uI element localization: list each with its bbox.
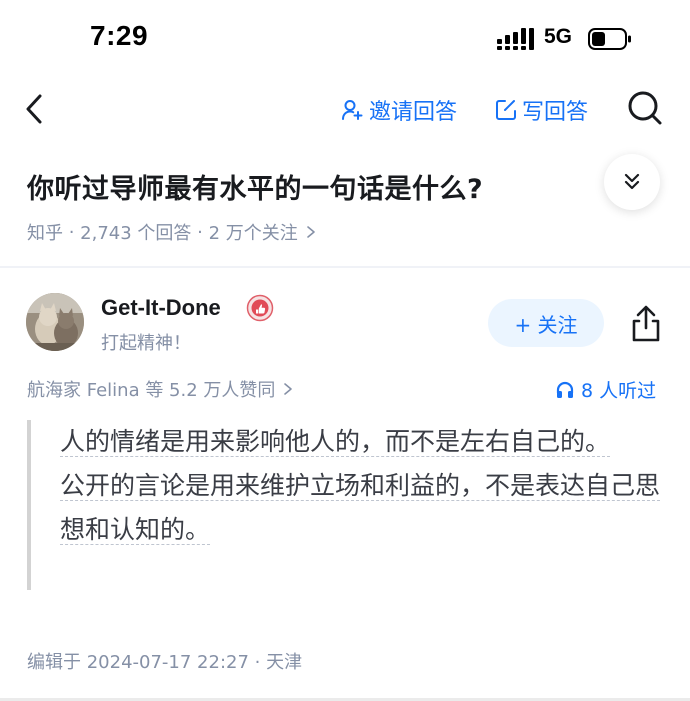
- listen-text: 8 人听过: [581, 380, 657, 402]
- network-type: 5G: [544, 25, 573, 48]
- author-bio: 打起精神！: [101, 333, 191, 354]
- write-answer-label: 写回答: [522, 100, 589, 125]
- invite-answer-button[interactable]: 邀请回答: [341, 94, 457, 126]
- follower-count: 2 万个关注: [208, 223, 298, 244]
- chevron-right-icon: [284, 383, 293, 395]
- question-meta[interactable]: 知乎 · 2,743 个回答 · 2 万个关注: [27, 219, 318, 245]
- likes-summary[interactable]: 航海家 Felina 等 5.2 万人赞同: [27, 376, 295, 402]
- search-icon[interactable]: [626, 88, 664, 128]
- follow-button[interactable]: + 关注: [488, 299, 604, 347]
- chevron-right-icon: [306, 226, 315, 238]
- question-source: 知乎: [27, 223, 63, 244]
- question-title[interactable]: 你听过导师最有水平的一句话是什么?: [27, 167, 483, 206]
- blockquote-bar: [27, 420, 31, 590]
- invite-person-icon: [342, 100, 363, 120]
- author-badge-icon: [246, 294, 274, 322]
- quote-line: 公开的言论是用来维护立场和利益的，不是表达自己思想和认知的。: [60, 471, 661, 545]
- likes-text: 航海家 Felina 等 5.2 万人赞同: [27, 380, 276, 401]
- meta-separator: ·: [63, 221, 81, 243]
- back-arrow-icon[interactable]: [22, 92, 48, 126]
- headphones-icon: [556, 381, 574, 398]
- share-icon[interactable]: [628, 304, 664, 344]
- quote-line: 人的情绪是用来影响他人的，而不是左右自己的。: [60, 427, 611, 457]
- answer-count: 2,743 个回答: [80, 223, 192, 244]
- author-name[interactable]: Get-It-Done: [101, 295, 221, 321]
- collapse-button[interactable]: [604, 154, 660, 210]
- write-answer-button[interactable]: 写回答: [494, 94, 588, 126]
- double-chevron-down-icon: [624, 173, 640, 190]
- edit-icon: [496, 100, 516, 120]
- signal-icon: [497, 28, 534, 50]
- edited-timestamp: 编辑于 2024-07-17 22:27 · 天津: [27, 652, 303, 673]
- status-time: 7:29: [90, 20, 149, 51]
- section-divider: [0, 266, 690, 268]
- answer-blockquote: 人的情绪是用来影响他人的，而不是左右自己的。 公开的言论是用来维护立场和利益的，…: [60, 420, 661, 552]
- cat-avatar-image: [26, 293, 84, 351]
- invite-answer-label: 邀请回答: [369, 100, 458, 125]
- listen-count[interactable]: 8 人听过: [555, 376, 656, 403]
- battery-icon: [588, 28, 631, 50]
- avatar[interactable]: [26, 293, 84, 351]
- meta-separator: ·: [191, 221, 209, 243]
